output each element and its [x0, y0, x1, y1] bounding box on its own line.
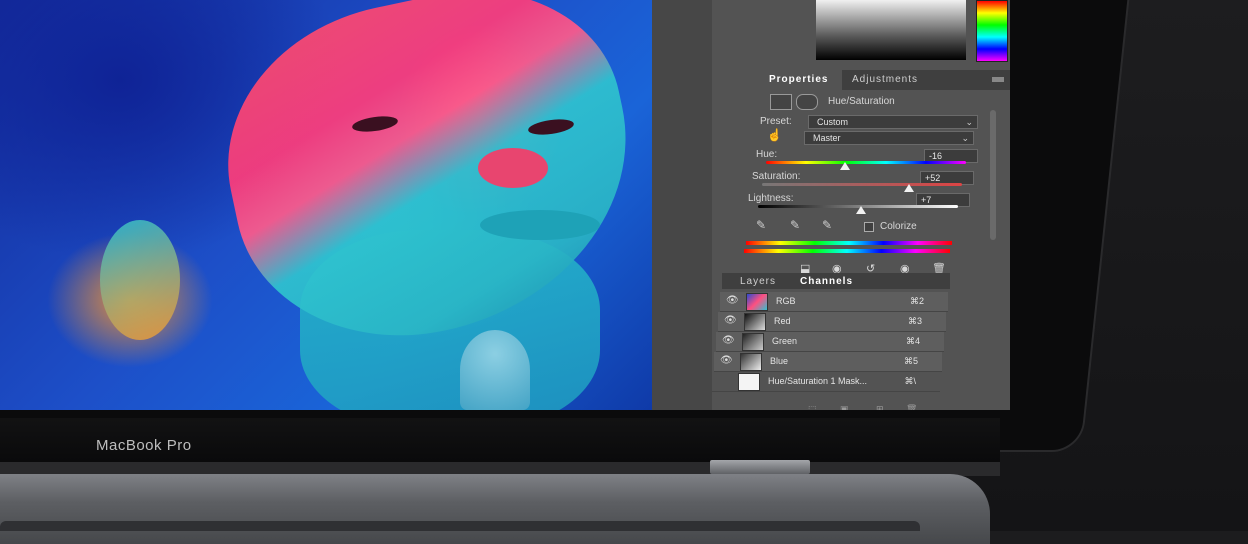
channel-row[interactable]: 👁 Green ⌘4: [716, 332, 944, 352]
hue-label: Hue:: [756, 149, 778, 160]
scene: Properties Adjustments Hue/Saturation Pr…: [0, 0, 1248, 544]
tab-layers[interactable]: Layers: [740, 276, 776, 287]
eyedropper-icon[interactable]: ✎: [756, 218, 766, 232]
channel-name: Green: [772, 336, 798, 346]
chevron-down-icon: ⌄: [961, 133, 969, 143]
channel-dropdown[interactable]: Master ⌄: [804, 131, 974, 145]
panel-gutter: [652, 0, 713, 410]
channel-row[interactable]: Hue/Saturation 1 Mask... ⌘\: [712, 372, 940, 392]
hue-range-bar-bottom: [744, 249, 950, 253]
brand-label: MacBook Pro: [96, 437, 192, 454]
preset-label: Preset:: [760, 116, 792, 127]
panel-menu-icon[interactable]: [992, 77, 1004, 82]
channel-shortcut: ⌘2: [909, 296, 924, 306]
eye-icon[interactable]: 👁: [724, 315, 737, 326]
channel-shortcut: ⌘5: [903, 356, 918, 366]
channel-shortcut: ⌘\: [904, 376, 916, 386]
channel-thumbnail: [746, 293, 768, 311]
eye-icon[interactable]: 👁: [722, 335, 735, 346]
new-channel-icon[interactable]: ⊞: [876, 404, 884, 410]
adjustment-title: Hue/Saturation: [828, 96, 895, 107]
eyedropper-minus-icon[interactable]: ✎: [822, 218, 832, 232]
eyedropper-plus-icon[interactable]: ✎: [790, 218, 800, 232]
channel-value: Master: [813, 133, 841, 143]
color-picker-field[interactable]: [816, 0, 966, 60]
chevron-down-icon: ⌄: [965, 117, 973, 127]
photo-earring: [460, 330, 530, 410]
channel-thumbnail: [742, 333, 764, 351]
dotted-selection-icon[interactable]: ⬚: [808, 404, 817, 410]
channel-name: Blue: [770, 356, 789, 366]
colorize-checkbox[interactable]: [864, 222, 874, 232]
saturation-slider-thumb[interactable]: [904, 184, 914, 192]
saturation-slider[interactable]: [762, 183, 962, 186]
laptop-base: [0, 474, 990, 544]
channel-shortcut: ⌘4: [905, 336, 920, 346]
eye-icon[interactable]: 👁: [720, 355, 733, 366]
right-panel: Properties Adjustments Hue/Saturation Pr…: [652, 0, 1010, 410]
tab-properties[interactable]: Properties: [769, 74, 828, 85]
panel-dock: Properties Adjustments Hue/Saturation Pr…: [712, 0, 1010, 410]
trash-icon[interactable]: 🗑: [906, 404, 917, 410]
eye-icon[interactable]: 👁: [726, 295, 739, 306]
preset-dropdown[interactable]: Custom ⌄: [808, 115, 978, 129]
laptop-hinge-highlight: [710, 460, 810, 474]
save-selection-icon[interactable]: ▣: [840, 404, 849, 410]
channel-thumbnail: [744, 313, 766, 331]
tab-adjustments[interactable]: Adjustments: [852, 74, 918, 85]
lightness-label: Lightness:: [748, 193, 794, 204]
channel-thumbnail: [740, 353, 762, 371]
layers-tabbar: Layers Channels: [722, 273, 950, 289]
channel-row[interactable]: 👁 RGB ⌘2: [720, 292, 948, 312]
hand-target-icon[interactable]: ☝: [767, 128, 782, 142]
preset-value: Custom: [817, 117, 849, 127]
hue-range-bar-top: [746, 241, 952, 245]
channel-name: RGB: [776, 296, 796, 306]
adjustment-layer-icon: [770, 94, 792, 110]
mask-thumbnail: [738, 373, 760, 391]
hue-slider[interactable]: [766, 161, 966, 164]
channel-row[interactable]: 👁 Red ⌘3: [718, 312, 946, 332]
photo-canvas[interactable]: [0, 0, 652, 410]
properties-tabbar: Properties Adjustments: [760, 70, 1010, 90]
hue-strip[interactable]: [976, 0, 1008, 62]
hue-slider-thumb[interactable]: [840, 162, 850, 170]
laptop-screen: Properties Adjustments Hue/Saturation Pr…: [0, 0, 1010, 410]
photo-nose: [478, 148, 548, 188]
channel-name: Hue/Saturation 1 Mask...: [768, 376, 868, 386]
channel-shortcut: ⌘3: [907, 316, 922, 326]
photo-ear: [100, 220, 180, 340]
photo-lips: [480, 210, 600, 240]
colorize-label: Colorize: [880, 221, 917, 232]
panel-scrollbar[interactable]: [990, 110, 996, 240]
channel-row[interactable]: 👁 Blue ⌘5: [714, 352, 942, 372]
lightness-slider-thumb[interactable]: [856, 206, 866, 214]
mask-icon[interactable]: [796, 94, 818, 110]
tab-channels[interactable]: Channels: [800, 276, 853, 287]
laptop-base-edge: [0, 521, 920, 531]
saturation-label: Saturation:: [752, 171, 801, 182]
channel-name: Red: [774, 316, 791, 326]
